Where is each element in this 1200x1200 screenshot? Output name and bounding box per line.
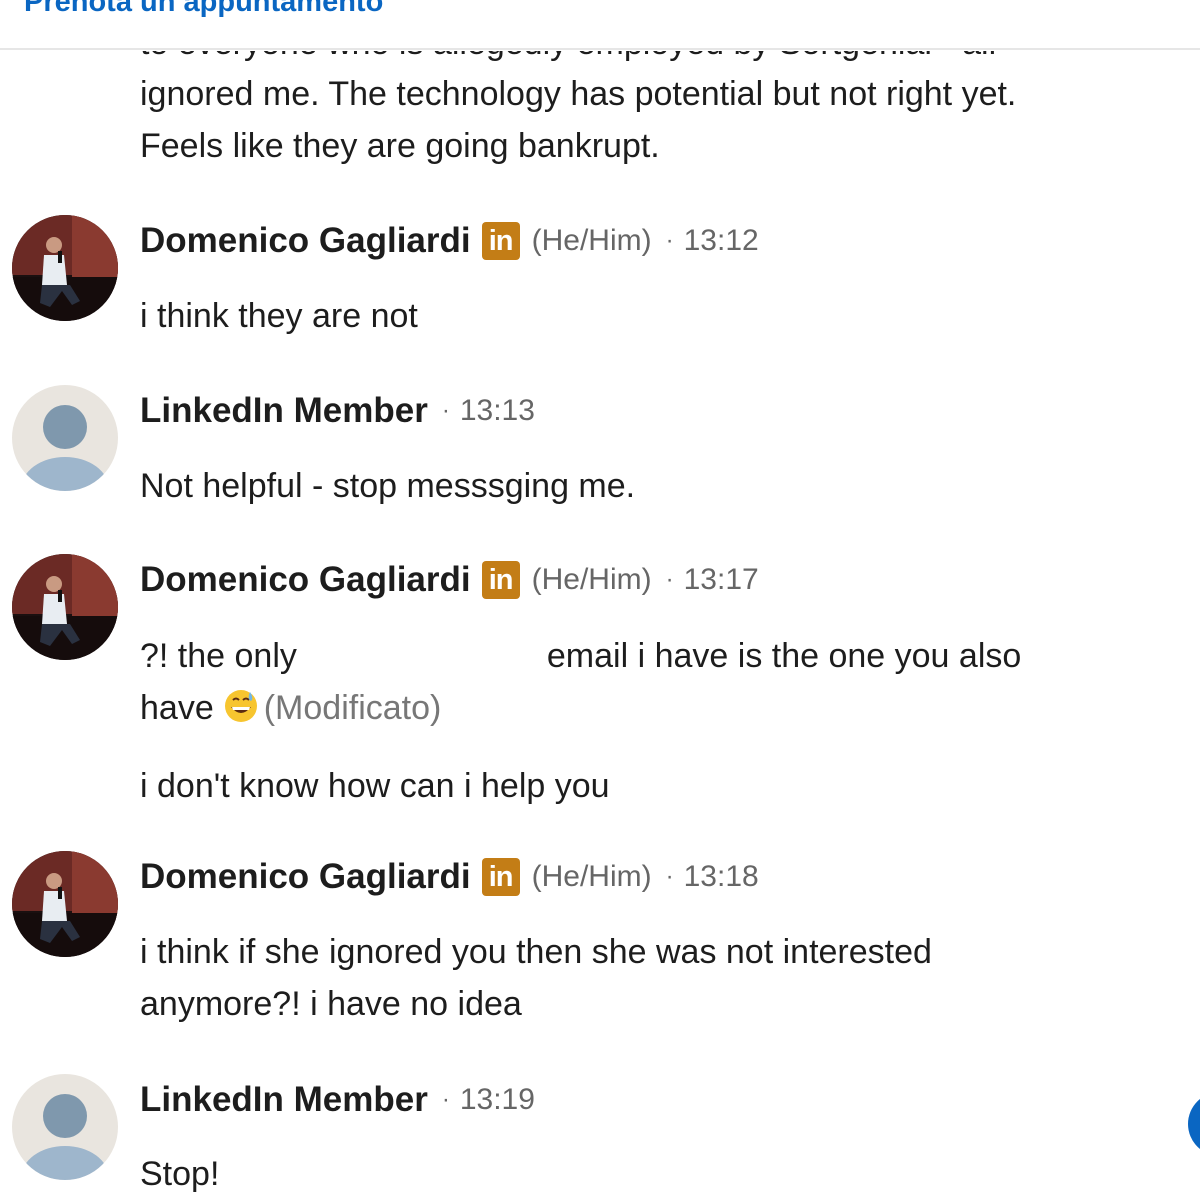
book-appointment-link[interactable]: Prenota un appuntamento xyxy=(24,0,383,19)
messaging-thread: Prenota un appuntamento to everyone who … xyxy=(0,0,1200,1200)
message-line: anymore?! i have no idea xyxy=(140,985,522,1023)
sender-name[interactable]: Domenico Gagliardi xyxy=(140,560,471,600)
separator-dot: · xyxy=(441,397,450,424)
message-body: Not helpful - stop messsging me. xyxy=(140,460,635,512)
previous-message-line: Feels like they are going bankrupt. xyxy=(140,127,660,165)
default-avatar-icon xyxy=(12,1074,118,1180)
message-text: ?! the only xyxy=(140,637,297,675)
separator-dot: · xyxy=(441,1086,450,1113)
grinning-sweat-emoji-icon xyxy=(224,686,258,738)
message-text: have xyxy=(140,689,214,727)
avatar[interactable] xyxy=(12,215,118,321)
avatar[interactable] xyxy=(12,1074,118,1180)
message-line: Stop! xyxy=(140,1155,220,1193)
message-header: Domenico Gagliardi in (He/Him) · 13:12 xyxy=(140,219,759,263)
linkedin-badge-icon: in xyxy=(481,858,520,896)
message-line: i don't know how can i help you xyxy=(140,767,610,805)
message-body: i think if she ignored you then she was … xyxy=(140,926,932,1030)
message-time: 13:18 xyxy=(683,860,759,893)
sender-name[interactable]: Domenico Gagliardi xyxy=(140,857,471,897)
message-header: LinkedIn Member · 13:13 xyxy=(140,389,535,433)
message-line: Not helpful - stop messsging me. xyxy=(140,467,636,505)
message-body: Stop! xyxy=(140,1148,219,1200)
avatar[interactable] xyxy=(12,554,118,660)
message-time: 13:17 xyxy=(683,563,759,596)
message-header: Domenico Gagliardi in (He/Him) · 13:18 xyxy=(140,855,759,899)
previous-message-line: ignored me. The technology has potential… xyxy=(140,75,1017,113)
pronouns: (He/Him) xyxy=(531,860,652,893)
message-line: i think they are not xyxy=(140,297,418,335)
message-time: 13:12 xyxy=(683,224,759,257)
message-header: LinkedIn Member · 13:19 xyxy=(140,1078,535,1122)
message-time: 13:19 xyxy=(459,1083,535,1116)
previous-message-text: ignored me. The technology has potential… xyxy=(140,68,1016,172)
message-line: ?! the only email i have is the one you a… xyxy=(140,630,1021,682)
pronouns: (He/Him) xyxy=(531,563,652,596)
sender-name[interactable]: LinkedIn Member xyxy=(140,391,428,431)
message-body: i think they are not xyxy=(140,290,418,342)
default-avatar-icon xyxy=(12,385,118,491)
separator-dot: · xyxy=(665,227,674,254)
profile-photo-icon xyxy=(12,851,118,957)
edited-label: (Modificato) xyxy=(263,689,442,727)
pronouns: (He/Him) xyxy=(531,224,652,257)
message-body: ?! the only email i have is the one you a… xyxy=(140,630,1021,812)
message-line: have (Modificato) xyxy=(140,682,1021,738)
separator-dot: · xyxy=(665,566,674,593)
sender-name[interactable]: LinkedIn Member xyxy=(140,1080,428,1120)
message-line: i think if she ignored you then she was … xyxy=(140,933,932,971)
profile-photo-icon xyxy=(12,215,118,321)
separator-dot: · xyxy=(665,863,674,890)
message-time: 13:13 xyxy=(459,394,535,427)
avatar[interactable] xyxy=(12,851,118,957)
floating-action-button[interactable] xyxy=(1188,1092,1200,1156)
avatar[interactable] xyxy=(12,385,118,491)
top-bar: Prenota un appuntamento xyxy=(0,0,1200,50)
linkedin-badge-icon: in xyxy=(481,222,520,260)
linkedin-badge-icon: in xyxy=(481,561,520,599)
profile-photo-icon xyxy=(12,554,118,660)
sender-name[interactable]: Domenico Gagliardi xyxy=(140,221,471,261)
message-header: Domenico Gagliardi in (He/Him) · 13:17 xyxy=(140,558,759,602)
message-text: email i have is the one you also xyxy=(546,637,1022,675)
